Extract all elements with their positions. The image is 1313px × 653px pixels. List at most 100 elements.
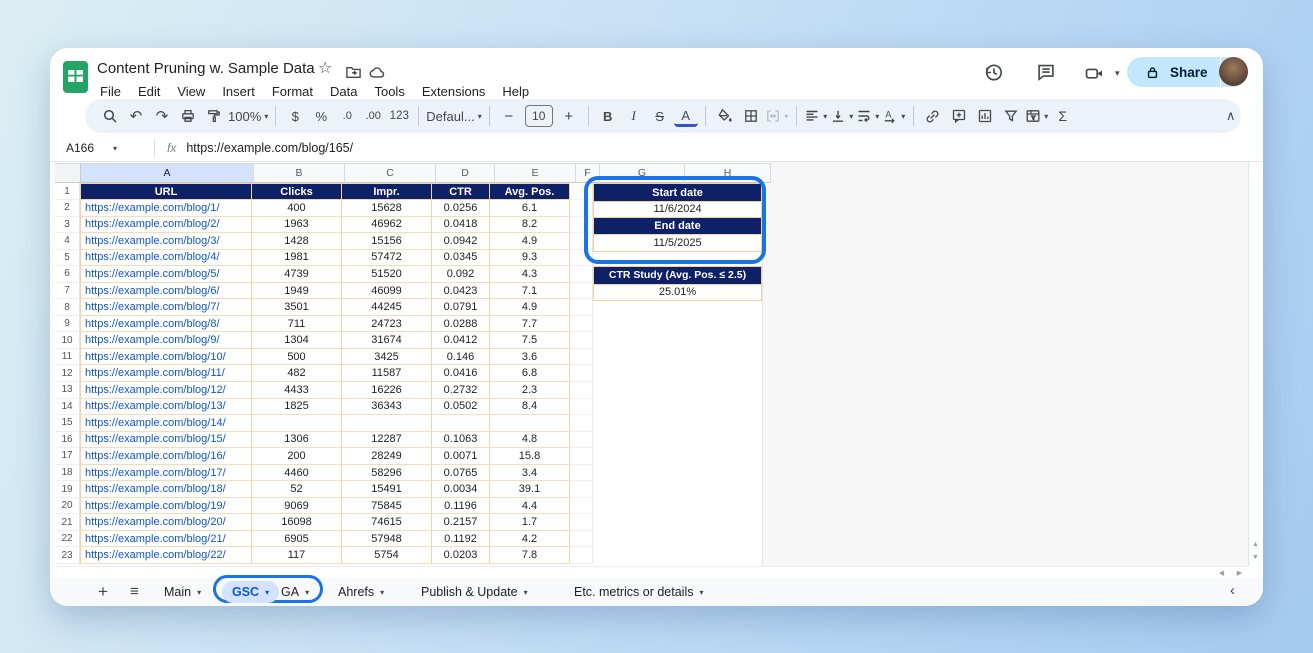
cell-h[interactable] — [677, 498, 762, 515]
column-header-d[interactable]: D — [436, 163, 495, 183]
menu-help[interactable]: Help — [498, 83, 533, 100]
search-icon[interactable] — [98, 104, 122, 128]
cell-avgpos[interactable]: 3.6 — [490, 349, 570, 366]
cell-url[interactable]: https://example.com/blog/3/ — [80, 233, 252, 250]
cell-g[interactable] — [593, 399, 677, 416]
row-number[interactable]: 22 — [55, 531, 80, 548]
cell-avgpos[interactable]: 4.3 — [490, 266, 570, 283]
cell-clicks[interactable]: 400 — [252, 200, 342, 217]
cell-g[interactable] — [593, 514, 677, 531]
decrease-decimal-button[interactable]: .0 — [335, 104, 359, 128]
row-number[interactable]: 14 — [55, 399, 80, 416]
cell-avgpos[interactable]: 6.1 — [490, 200, 570, 217]
cell-avgpos[interactable]: 4.8 — [490, 432, 570, 449]
row-number[interactable]: 11 — [55, 349, 80, 366]
row-number[interactable]: 17 — [55, 448, 80, 465]
cell-f[interactable] — [570, 349, 593, 366]
cell-avgpos[interactable] — [490, 415, 570, 432]
cell-g[interactable] — [593, 349, 677, 366]
cell-impr[interactable]: 11587 — [342, 365, 432, 382]
sheets-logo-icon[interactable] — [62, 60, 89, 94]
cell-h[interactable] — [677, 250, 762, 267]
more-formats-button[interactable]: 123 — [387, 104, 411, 128]
cell-impr[interactable]: 5754 — [342, 547, 432, 564]
borders-button[interactable] — [739, 104, 763, 128]
menu-file[interactable]: File — [96, 83, 125, 100]
cell-g[interactable] — [593, 382, 677, 399]
column-header-h[interactable]: H — [685, 163, 771, 183]
cell-g[interactable] — [593, 250, 677, 267]
insert-link-button[interactable] — [921, 104, 945, 128]
scroll-up-icon[interactable]: ▲ — [1251, 540, 1260, 550]
cell-url[interactable]: https://example.com/blog/12/ — [80, 382, 252, 399]
all-sheets-button[interactable]: ≡ — [130, 583, 139, 600]
star-icon[interactable]: ☆ — [318, 61, 332, 77]
row-number[interactable]: 6 — [55, 266, 80, 283]
cell-clicks[interactable]: 1963 — [252, 217, 342, 234]
row-number[interactable]: 12 — [55, 365, 80, 382]
cell-url[interactable]: https://example.com/blog/8/ — [80, 316, 252, 333]
cell-clicks[interactable]: 1306 — [252, 432, 342, 449]
cell-h[interactable] — [677, 349, 762, 366]
cell-h[interactable] — [677, 514, 762, 531]
header-cell-ctr[interactable]: CTR — [432, 183, 490, 200]
comment-history-icon[interactable] — [1035, 61, 1057, 83]
cell-f[interactable] — [570, 332, 593, 349]
cell-impr[interactable]: 46099 — [342, 283, 432, 300]
move-folder-icon[interactable] — [342, 61, 364, 83]
text-wrap-button[interactable]: ▾ — [856, 104, 880, 128]
sheet-tab-etc-metrics[interactable]: Etc. metrics or details▾ — [574, 581, 704, 603]
cell-h[interactable] — [677, 332, 762, 349]
menu-data[interactable]: Data — [326, 83, 361, 100]
column-header-g[interactable]: G — [600, 163, 685, 183]
cell-clicks[interactable]: 482 — [252, 365, 342, 382]
ctr-study-header-cell[interactable]: CTR Study (Avg. Pos. ≤ 2.5) — [594, 267, 761, 284]
start-date-value-cell[interactable]: 11/6/2024 — [594, 201, 761, 218]
cell-avgpos[interactable]: 39.1 — [490, 481, 570, 498]
meet-dropdown-icon[interactable]: ▾ — [1115, 68, 1120, 79]
cell-avgpos[interactable]: 2.3 — [490, 382, 570, 399]
cell-url[interactable]: https://example.com/blog/6/ — [80, 283, 252, 300]
cell-ctr[interactable]: 0.0256 — [432, 200, 490, 217]
menu-edit[interactable]: Edit — [134, 83, 164, 100]
cell-ctr[interactable]: 0.0416 — [432, 365, 490, 382]
cell-f[interactable] — [570, 217, 593, 234]
cell-clicks[interactable] — [252, 415, 342, 432]
cell-avgpos[interactable]: 4.9 — [490, 233, 570, 250]
cell-avgpos[interactable]: 7.5 — [490, 332, 570, 349]
row-number[interactable]: 23 — [55, 547, 80, 564]
cell-clicks[interactable]: 500 — [252, 349, 342, 366]
menu-view[interactable]: View — [173, 83, 209, 100]
cell-url[interactable]: https://example.com/blog/18/ — [80, 481, 252, 498]
italic-button[interactable]: I — [622, 104, 646, 128]
cell-g[interactable] — [593, 299, 677, 316]
format-percent-button[interactable]: % — [309, 104, 333, 128]
cell-f[interactable] — [570, 481, 593, 498]
row-number[interactable]: 10 — [55, 332, 80, 349]
cell-g[interactable] — [593, 415, 677, 432]
doc-title[interactable]: Content Pruning w. Sample Data — [97, 60, 315, 77]
print-button[interactable] — [176, 104, 200, 128]
cell-impr[interactable]: 3425 — [342, 349, 432, 366]
cell-f[interactable] — [570, 283, 593, 300]
cell-h[interactable] — [677, 415, 762, 432]
sheet-tab-main[interactable]: Main▾ — [164, 581, 201, 603]
cell-impr[interactable]: 16226 — [342, 382, 432, 399]
cell-ctr[interactable]: 0.0942 — [432, 233, 490, 250]
cell-f[interactable] — [570, 448, 593, 465]
show-side-panel-icon[interactable]: ‹ — [1230, 582, 1235, 599]
sheet-tab-ahrefs[interactable]: Ahrefs▾ — [338, 581, 384, 603]
cell-h[interactable] — [677, 448, 762, 465]
formula-input[interactable]: https://example.com/blog/165/ — [186, 141, 353, 155]
menu-tools[interactable]: Tools — [370, 83, 408, 100]
row-number[interactable]: 7 — [55, 283, 80, 300]
cell-h[interactable] — [677, 531, 762, 548]
row-number[interactable]: 16 — [55, 432, 80, 449]
cell-impr[interactable]: 24723 — [342, 316, 432, 333]
row-number[interactable]: 9 — [55, 316, 80, 333]
cell-impr[interactable]: 31674 — [342, 332, 432, 349]
cell-impr[interactable]: 12287 — [342, 432, 432, 449]
cell-impr[interactable]: 74615 — [342, 514, 432, 531]
cell-f[interactable] — [570, 183, 593, 200]
cell-clicks[interactable]: 711 — [252, 316, 342, 333]
